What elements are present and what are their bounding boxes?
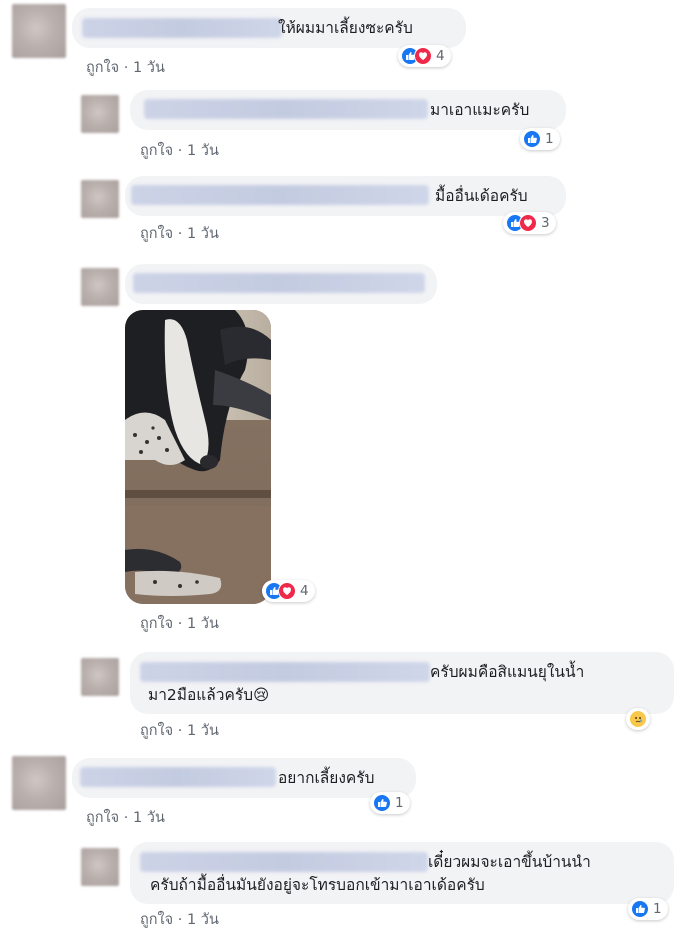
like-link[interactable]: ถูกใจ xyxy=(140,912,173,928)
like-link[interactable]: ถูกใจ xyxy=(86,60,119,76)
comment-text: มาเอาแมะครับ xyxy=(430,101,530,119)
love-reaction-icon xyxy=(278,582,296,600)
commenter-name-redacted[interactable] xyxy=(144,99,428,119)
separator-dot: · xyxy=(177,912,183,928)
comment-bubble: มาเอาแมะครับ xyxy=(130,90,566,130)
comment-bubble: ให้ผมมาเลี้ยงซะครับ xyxy=(72,8,466,48)
avatar[interactable] xyxy=(81,95,119,133)
reaction-summary[interactable]: 1 xyxy=(370,792,410,814)
like-link[interactable]: ถูกใจ xyxy=(140,616,173,632)
comment-time[interactable]: 1 วัน xyxy=(187,226,219,242)
avatar[interactable] xyxy=(81,658,119,696)
reaction-count: 4 xyxy=(300,583,309,599)
comment-meta: ถูกใจ · 1 วัน xyxy=(140,612,219,635)
reaction-summary[interactable]: 4 xyxy=(262,580,315,602)
separator-dot: · xyxy=(177,226,183,242)
reaction-count: 1 xyxy=(653,901,662,917)
comment-text-line-1: ครับผมคือสิแมนยุในน้ำ xyxy=(430,663,585,681)
reaction-count: 4 xyxy=(436,48,445,64)
reaction-count: 3 xyxy=(541,215,550,231)
like-reaction-icon xyxy=(373,794,391,812)
commenter-name-redacted[interactable] xyxy=(131,185,429,205)
comment-time[interactable]: 1 วัน xyxy=(187,616,219,632)
comment-text: อยากเลี้ยงครับ xyxy=(278,769,375,787)
avatar[interactable] xyxy=(81,268,119,306)
commenter-name-redacted[interactable] xyxy=(82,18,282,38)
comment-text: ให้ผมมาเลี้ยงซะครับ xyxy=(278,19,413,37)
comment-time[interactable]: 1 วัน xyxy=(133,60,165,76)
reaction-count: 1 xyxy=(395,795,404,811)
comment-meta: ถูกใจ · 1 วัน xyxy=(86,806,165,829)
love-reaction-icon xyxy=(414,47,432,65)
reaction-summary[interactable]: 3 xyxy=(503,212,556,234)
love-reaction-icon xyxy=(519,214,537,232)
comment-bubble xyxy=(125,264,437,304)
avatar[interactable] xyxy=(12,4,66,58)
dog-photo-illustration xyxy=(125,310,271,604)
commenter-name-redacted[interactable] xyxy=(140,662,430,682)
comment-photo-dog[interactable] xyxy=(125,310,271,604)
comment-time[interactable]: 1 วัน xyxy=(187,912,219,928)
avatar[interactable] xyxy=(81,848,119,886)
avatar[interactable] xyxy=(81,180,119,218)
like-reaction-icon xyxy=(631,900,649,918)
like-link[interactable]: ถูกใจ xyxy=(86,810,119,826)
reaction-count: 1 xyxy=(545,131,554,147)
comment-bubble: อยากเลี้ยงครับ xyxy=(72,758,416,798)
commenter-name-redacted[interactable] xyxy=(80,767,276,787)
comment-bubble: ครับผมคือสิแมนยุในน้ำ มา2มือแล้วครับ😢 xyxy=(130,652,674,714)
comment-time[interactable]: 1 วัน xyxy=(187,723,219,739)
commenter-name-redacted[interactable] xyxy=(140,852,428,872)
like-link[interactable]: ถูกใจ xyxy=(140,226,173,242)
comment-meta: ถูกใจ · 1 วัน xyxy=(140,908,219,931)
comment-meta: ถูกใจ · 1 วัน xyxy=(140,719,219,742)
reaction-summary[interactable] xyxy=(626,708,650,730)
reaction-summary[interactable]: 1 xyxy=(628,898,668,920)
like-link[interactable]: ถูกใจ xyxy=(140,723,173,739)
separator-dot: · xyxy=(123,810,129,826)
separator-dot: · xyxy=(177,143,183,159)
avatar[interactable] xyxy=(12,756,66,810)
comment-bubble: เดี๋ยวผมจะเอาขึ้นบ้านนำ ครับถ้ามื้ออื่นม… xyxy=(130,842,674,904)
reaction-summary[interactable]: 1 xyxy=(520,128,560,150)
comment-time[interactable]: 1 วัน xyxy=(187,143,219,159)
comment-meta: ถูกใจ · 1 วัน xyxy=(140,222,219,245)
comment-meta: ถูกใจ · 1 วัน xyxy=(86,56,165,79)
separator-dot: · xyxy=(177,723,183,739)
separator-dot: · xyxy=(123,60,129,76)
comment-text-line-2: มา2มือแล้วครับ😢 xyxy=(148,686,270,704)
comment-time[interactable]: 1 วัน xyxy=(133,810,165,826)
like-link[interactable]: ถูกใจ xyxy=(140,143,173,159)
commenter-name-redacted[interactable] xyxy=(133,273,425,293)
comment-bubble: มื้ออื่นเด้อครับ xyxy=(125,176,566,216)
separator-dot: · xyxy=(177,616,183,632)
sad-reaction-icon xyxy=(629,710,647,728)
comment-meta: ถูกใจ · 1 วัน xyxy=(140,139,219,162)
like-reaction-icon xyxy=(523,130,541,148)
reaction-summary[interactable]: 4 xyxy=(398,45,451,67)
comment-text: มื้ออื่นเด้อครับ xyxy=(435,187,528,205)
comment-text-line-2: ครับถ้ามื้ออื่นมันยังอยู่จะโทรบอกเข้ามาเ… xyxy=(150,876,485,894)
comment-text-line-1: เดี๋ยวผมจะเอาขึ้นบ้านนำ xyxy=(428,853,591,871)
